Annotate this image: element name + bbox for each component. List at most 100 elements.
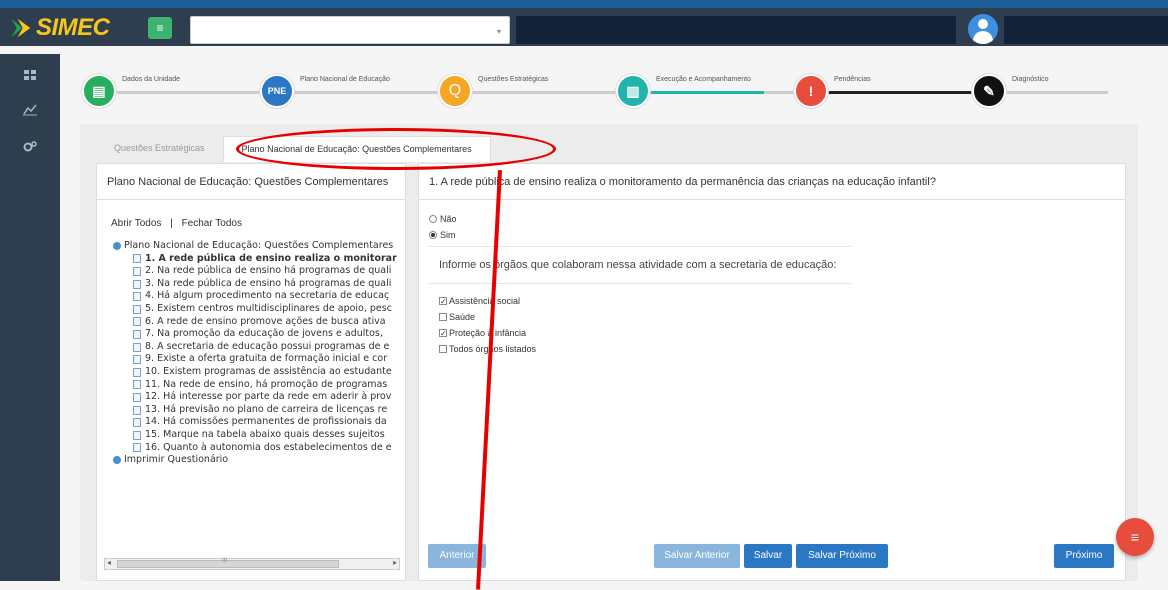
tree-item-label: 14. Há comissões permanentes de profissi… <box>145 416 387 428</box>
open-all-link[interactable]: Abrir Todos <box>111 218 161 229</box>
tree-item-label: 10. Existem programas de assistência ao … <box>145 365 392 377</box>
globe-icon <box>113 455 121 464</box>
chevron-down-icon: ▾ <box>496 27 501 36</box>
tab-questoes-estrategicas[interactable]: Questões Estratégicas <box>96 136 223 162</box>
tree-item-label: 12. Há interesse por parte da rede em ad… <box>145 391 392 403</box>
check-saude[interactable]: Saúde <box>439 312 475 322</box>
question-title: 1. A rede pública de ensino realiza o mo… <box>419 164 1125 200</box>
tree-item[interactable]: 8. A secretaria de educação possui progr… <box>113 341 403 354</box>
link-separator: | <box>170 218 173 229</box>
simec-logo[interactable]: SIMEC <box>10 14 110 42</box>
document-icon <box>133 380 141 390</box>
tree-item[interactable]: 10. Existem programas de assistência ao … <box>113 366 403 379</box>
chart-line-icon[interactable] <box>22 102 38 116</box>
tree-item[interactable]: 4. Há algum procedimento na secretaria d… <box>113 290 403 303</box>
steps-track-progress-2 <box>824 91 984 94</box>
tree-item-label: 16. Quanto à autonomia dos estabelecimen… <box>145 441 392 453</box>
radio-sim[interactable] <box>429 231 437 239</box>
sidebar <box>0 54 60 581</box>
step-dados-unidade[interactable]: ▤ Dados da Unidade <box>82 74 180 108</box>
checkbox[interactable]: ✓ <box>439 329 447 338</box>
tree-item[interactable]: 2. Na rede pública de ensino há programa… <box>113 265 403 278</box>
checkbox[interactable]: ✓ <box>439 297 447 306</box>
print-label: Imprimir Questionário <box>124 454 229 466</box>
tree-item[interactable]: 15. Marque na tabela abaixo quais desses… <box>113 429 403 442</box>
tree-item[interactable]: 5. Existem centros multidisciplinares de… <box>113 303 403 316</box>
question-tree-panel: Plano Nacional de Educação: Questões Com… <box>96 163 406 581</box>
tree-root[interactable]: Plano Nacional de Educação: Questões Com… <box>113 240 403 253</box>
document-icon <box>133 342 141 352</box>
step-pne[interactable]: PNE Plano Nacional de Educação <box>260 74 390 108</box>
check-protecao-infancia[interactable]: ✓ Proteção à infância <box>439 328 526 338</box>
question-icon: Q <box>438 74 472 108</box>
document-icon: ▤ <box>82 74 116 108</box>
tree-item-label: 2. Na rede pública de ensino há programa… <box>145 265 392 277</box>
option-nao[interactable]: Não <box>429 214 457 224</box>
close-all-link[interactable]: Fechar Todos <box>182 218 242 229</box>
option-sim[interactable]: Sim <box>429 230 456 240</box>
tree-item-label: 5. Existem centros multidisciplinares de… <box>145 302 392 314</box>
tree-item[interactable]: 12. Há interesse por parte da rede em ad… <box>113 391 403 404</box>
gears-icon[interactable] <box>22 140 38 154</box>
checkbox[interactable] <box>439 345 447 353</box>
document-icon <box>133 355 141 365</box>
user-avatar[interactable] <box>968 14 998 44</box>
edit-icon: ✎ <box>972 74 1006 108</box>
app-name: SIMEC <box>36 14 110 41</box>
tree-item[interactable]: 7. Na promoção da educação de jovens e a… <box>113 328 403 341</box>
step-diagnostico[interactable]: ✎ Diagnóstico <box>972 74 1049 108</box>
menu-toggle-button[interactable]: ≡ <box>148 17 172 39</box>
scroll-right-icon[interactable]: ▸ <box>393 558 397 567</box>
print-questionnaire-link[interactable]: Imprimir Questionário <box>113 454 403 467</box>
save-next-button[interactable]: Salvar Próximo <box>796 544 888 568</box>
scroll-left-icon[interactable]: ◂ <box>107 558 111 567</box>
pne-icon: PNE <box>260 74 294 108</box>
save-button[interactable]: Salvar <box>744 544 792 568</box>
save-previous-button[interactable]: Salvar Anterior <box>654 544 740 568</box>
tree-item[interactable]: 6. A rede de ensino promove ações de bus… <box>113 316 403 329</box>
step-questoes-estrategicas[interactable]: Q Questões Estratégicas <box>438 74 548 108</box>
radio-nao[interactable] <box>429 215 437 223</box>
scrollbar-thumb[interactable]: III <box>117 558 339 568</box>
avatar-head <box>978 19 988 29</box>
tree-item-label: 9. Existe a oferta gratuita de formação … <box>145 353 388 365</box>
document-icon <box>133 254 141 264</box>
step-label: Dados da Unidade <box>122 76 180 83</box>
tree-item-label: 4. Há algum procedimento na secretaria d… <box>145 290 390 302</box>
tree-item[interactable]: 14. Há comissões permanentes de profissi… <box>113 416 403 429</box>
tree-item[interactable]: 13. Há previsão no plano de carreira de … <box>113 404 403 417</box>
check-assistencia-social[interactable]: ✓ Assistência social <box>439 296 520 306</box>
checkbox[interactable] <box>439 313 447 321</box>
tree-item[interactable]: 16. Quanto à autonomia dos estabelecimen… <box>113 442 403 455</box>
globe-icon <box>113 241 121 250</box>
step-execucao-acompanhamento[interactable]: ▥ Execução e Acompanhamento <box>616 74 751 108</box>
document-icon <box>133 266 141 276</box>
step-label: Diagnóstico <box>1012 76 1049 83</box>
document-icon <box>133 367 141 377</box>
document-icon <box>133 392 141 402</box>
entity-select[interactable]: ▾ <box>190 16 510 44</box>
steps-track-progress <box>634 91 764 94</box>
document-icon <box>133 418 141 428</box>
dashboard-icon[interactable] <box>22 68 38 82</box>
document-icon <box>133 304 141 314</box>
user-name-area <box>1004 16 1168 44</box>
tree-item[interactable]: 1. A rede pública de ensino realiza o mo… <box>113 253 403 266</box>
progress-steps: ▤ Dados da Unidade PNE Plano Nacional de… <box>64 54 1168 124</box>
logo-arrow-icon <box>11 18 31 38</box>
avatar-body <box>973 31 993 44</box>
tree-item[interactable]: 11. Na rede de ensino, há promoção de pr… <box>113 379 403 392</box>
step-label: Plano Nacional de Educação <box>300 76 390 83</box>
next-button[interactable]: Próximo <box>1054 544 1114 568</box>
tree-item-label: 3. Na rede pública de ensino há programa… <box>145 277 392 289</box>
tree-item[interactable]: 9. Existe a oferta gratuita de formação … <box>113 353 403 366</box>
step-pendencias[interactable]: ! Pendências <box>794 74 871 108</box>
tree-item[interactable]: 3. Na rede pública de ensino há programa… <box>113 278 403 291</box>
tree-horizontal-scrollbar[interactable]: ◂ III ▸ <box>104 558 400 570</box>
question-panel: 1. A rede pública de ensino realiza o mo… <box>418 163 1126 581</box>
tree-item-label: 6. A rede de ensino promove ações de bus… <box>145 315 386 327</box>
tree-item-label: 7. Na promoção da educação de jovens e a… <box>145 328 383 340</box>
tree-item-label: 13. Há previsão no plano de carreira de … <box>145 403 388 415</box>
floating-menu-button[interactable]: ≡ <box>1116 518 1154 556</box>
document-icon <box>133 405 141 415</box>
